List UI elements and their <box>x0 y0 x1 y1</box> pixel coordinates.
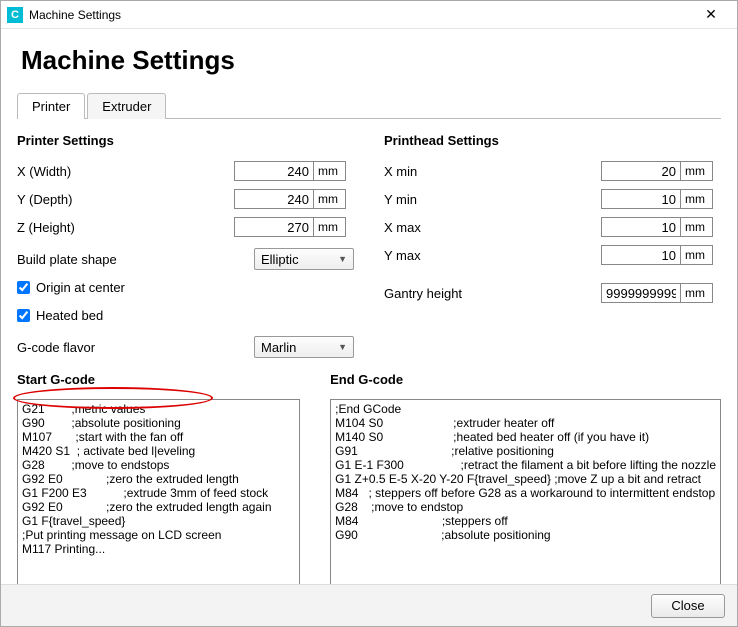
gcode-flavor-label: G-code flavor <box>17 340 254 355</box>
window-title: Machine Settings <box>29 8 121 22</box>
page-title: Machine Settings <box>21 45 717 76</box>
build-plate-label: Build plate shape <box>17 252 254 267</box>
x-min-input[interactable] <box>601 161 681 181</box>
x-width-label: X (Width) <box>17 164 234 179</box>
y-max-label: Y max <box>384 248 601 263</box>
start-gcode-heading: Start G-code <box>17 372 300 387</box>
heated-bed-checkbox[interactable] <box>17 309 30 322</box>
tabs: Printer Extruder <box>17 92 721 119</box>
window-close-button[interactable]: ✕ <box>691 1 731 29</box>
y-min-label: Y min <box>384 192 601 207</box>
y-depth-unit: mm <box>314 189 346 209</box>
gcode-flavor-value: Marlin <box>261 340 296 355</box>
y-max-input[interactable] <box>601 245 681 265</box>
x-width-unit: mm <box>314 161 346 181</box>
end-gcode-heading: End G-code <box>330 372 721 387</box>
z-height-unit: mm <box>314 217 346 237</box>
y-max-unit: mm <box>681 245 713 265</box>
app-icon: C <box>7 7 23 23</box>
x-min-unit: mm <box>681 161 713 181</box>
x-max-label: X max <box>384 220 601 235</box>
build-plate-select[interactable]: Elliptic ▼ <box>254 248 354 270</box>
printhead-settings-column: Printhead Settings X min mm Y min mm X m… <box>384 133 721 364</box>
heated-bed-label: Heated bed <box>36 308 103 323</box>
x-max-unit: mm <box>681 217 713 237</box>
footer: Close <box>1 584 737 626</box>
origin-at-center-checkbox[interactable] <box>17 281 30 294</box>
titlebar: C Machine Settings ✕ <box>1 1 737 29</box>
origin-at-center-label: Origin at center <box>36 280 125 295</box>
x-width-input[interactable] <box>234 161 314 181</box>
gantry-height-input[interactable] <box>601 283 681 303</box>
chevron-down-icon: ▼ <box>338 254 347 264</box>
gantry-height-label: Gantry height <box>384 286 601 301</box>
tab-printer[interactable]: Printer <box>17 93 85 119</box>
tab-extruder[interactable]: Extruder <box>87 93 166 119</box>
x-max-input[interactable] <box>601 217 681 237</box>
printer-settings-heading: Printer Settings <box>17 133 354 148</box>
x-min-label: X min <box>384 164 601 179</box>
z-height-input[interactable] <box>234 217 314 237</box>
gcode-flavor-select[interactable]: Marlin ▼ <box>254 336 354 358</box>
printer-settings-column: Printer Settings X (Width) mm Y (Depth) … <box>17 133 354 364</box>
close-button[interactable]: Close <box>651 594 725 618</box>
y-depth-label: Y (Depth) <box>17 192 234 207</box>
y-depth-input[interactable] <box>234 189 314 209</box>
z-height-label: Z (Height) <box>17 220 234 235</box>
chevron-down-icon: ▼ <box>338 342 347 352</box>
y-min-input[interactable] <box>601 189 681 209</box>
printhead-settings-heading: Printhead Settings <box>384 133 721 148</box>
build-plate-value: Elliptic <box>261 252 299 267</box>
gantry-height-unit: mm <box>681 283 713 303</box>
y-min-unit: mm <box>681 189 713 209</box>
